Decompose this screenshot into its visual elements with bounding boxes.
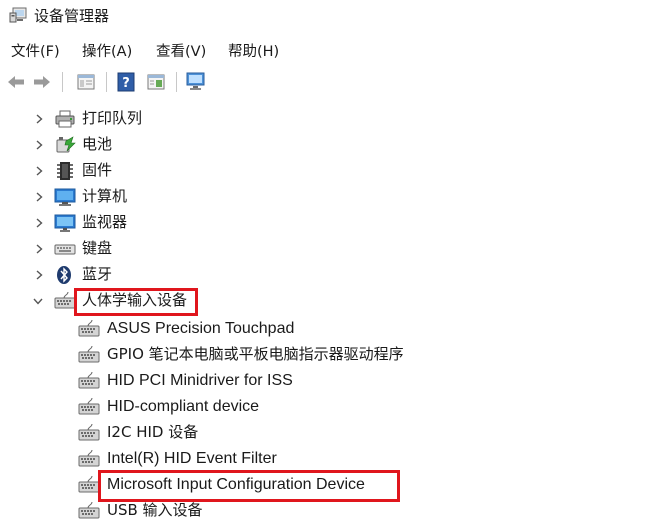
firmware-icon	[54, 161, 76, 181]
chevron-right-icon[interactable]	[33, 111, 45, 125]
chevron-right-icon[interactable]	[33, 189, 45, 203]
hid-device-icon	[78, 501, 100, 521]
device-label: ASUS Precision Touchpad	[107, 320, 295, 337]
device-item[interactable]: Intel(R) HID Event Filter	[0, 446, 647, 472]
help-icon[interactable]: ?	[114, 70, 138, 94]
hid-device-icon	[78, 345, 100, 365]
tree-item-computer[interactable]: 计算机	[0, 184, 647, 210]
menu-file[interactable]: 文件(F)	[11, 40, 60, 61]
menu-view[interactable]: 查看(V)	[156, 40, 206, 61]
hid-device-icon	[78, 423, 100, 443]
device-label: GPIO 笔记本电脑或平板电脑指示器驱动程序	[107, 345, 404, 363]
toolbar-separator	[62, 72, 63, 92]
tree-item-label: 监视器	[82, 213, 128, 231]
device-item[interactable]: GPIO 笔记本电脑或平板电脑指示器驱动程序	[0, 342, 647, 368]
menu-action[interactable]: 操作(A)	[82, 40, 132, 61]
chevron-right-icon[interactable]	[33, 137, 45, 151]
device-item[interactable]: HID-compliant device	[0, 394, 647, 420]
hid-device-icon	[78, 319, 100, 339]
menu-help[interactable]: 帮助(H)	[228, 40, 279, 61]
computer-icon	[54, 187, 76, 207]
highlight-box-microsoft-input-device	[98, 470, 400, 502]
tree-item-bluetooth[interactable]: 蓝牙	[0, 262, 647, 288]
menu-bar: 文件(F) 操作(A) 查看(V) 帮助(H)	[0, 36, 647, 64]
tree-item-monitor[interactable]: 监视器	[0, 210, 647, 236]
tree-item-label: 固件	[82, 161, 113, 179]
back-icon[interactable]	[4, 70, 28, 94]
tree-item-label: 蓝牙	[82, 265, 113, 283]
chevron-right-icon[interactable]	[33, 241, 45, 255]
device-label: Intel(R) HID Event Filter	[107, 450, 277, 467]
monitor-icon	[54, 213, 76, 233]
view-icon[interactable]	[144, 70, 168, 94]
tree-item-label: 键盘	[82, 239, 113, 257]
device-label: USB 输入设备	[107, 501, 203, 519]
tree-item-firmware[interactable]: 固件	[0, 158, 647, 184]
toolbar-separator	[176, 72, 177, 92]
chevron-down-icon[interactable]	[31, 293, 43, 307]
device-label: HID PCI Minidriver for ISS	[107, 372, 293, 389]
properties-panel-icon[interactable]	[74, 70, 98, 94]
battery-icon	[54, 135, 76, 155]
forward-icon[interactable]	[30, 70, 54, 94]
title-bar: 设备管理器	[0, 0, 647, 32]
highlight-box-hid-category	[74, 288, 198, 316]
tree-item-battery[interactable]: 电池	[0, 132, 647, 158]
chevron-right-icon[interactable]	[33, 267, 45, 281]
hid-device-icon	[78, 449, 100, 469]
device-item[interactable]: ASUS Precision Touchpad	[0, 316, 647, 342]
printer-icon	[54, 109, 76, 129]
device-label: I2C HID 设备	[107, 423, 199, 441]
tree-item-label: 电池	[82, 135, 113, 153]
device-item[interactable]: HID PCI Minidriver for ISS	[0, 368, 647, 394]
hid-device-icon	[78, 475, 100, 495]
chevron-right-icon[interactable]	[33, 215, 45, 229]
toolbar: ?	[0, 68, 647, 98]
hid-device-icon	[78, 397, 100, 417]
device-label: HID-compliant device	[107, 398, 260, 415]
tree-item-label: 打印队列	[82, 109, 143, 127]
tree-item-print-queue[interactable]: 打印队列	[0, 106, 647, 132]
toolbar-separator	[106, 72, 107, 92]
chevron-right-icon[interactable]	[33, 163, 45, 177]
window-title: 设备管理器	[34, 7, 110, 25]
tree-item-label: 计算机	[82, 187, 128, 205]
hid-icon	[54, 291, 76, 311]
device-manager-icon	[9, 7, 27, 23]
scan-hardware-icon[interactable]	[184, 70, 208, 94]
keyboard-icon	[54, 239, 76, 259]
device-item[interactable]: I2C HID 设备	[0, 420, 647, 446]
hid-device-icon	[78, 371, 100, 391]
bluetooth-icon	[54, 265, 76, 285]
tree-item-keyboard[interactable]: 键盘	[0, 236, 647, 262]
svg-text:?: ?	[122, 76, 130, 91]
